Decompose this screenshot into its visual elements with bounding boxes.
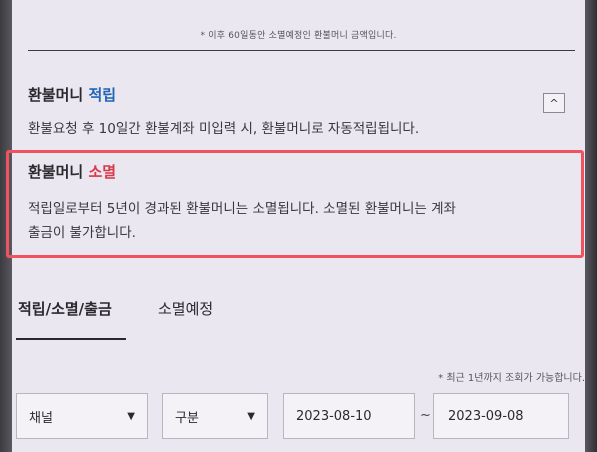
- accrual-title: 환불머니 적립: [28, 84, 116, 105]
- expiring-amount-notice: * 이후 60일동안 소멸예정인 환불머니 금액입니다.: [200, 31, 397, 41]
- expiry-title-prefix: 환불머니: [28, 163, 89, 181]
- type-select-value: 구분: [175, 410, 199, 426]
- channel-select-value: 채널: [29, 410, 53, 426]
- accrual-title-prefix: 환불머니: [28, 86, 89, 104]
- tab-accrual-expiry-withdrawal[interactable]: 적립/소멸/출금: [18, 298, 112, 319]
- start-date-field[interactable]: 2023-08-10: [283, 393, 415, 439]
- chevron-down-icon: ▼: [127, 410, 135, 422]
- expiry-title: 환불머니 소멸: [28, 161, 116, 182]
- device-bezel-right: [585, 0, 597, 452]
- end-date-value: 2023-09-08: [448, 408, 524, 424]
- expiry-description-line2: 출금이 불가합니다.: [28, 225, 136, 241]
- chevron-up-icon: ^: [549, 96, 559, 110]
- accrual-description: 환불요청 후 10일간 환불계좌 미입력 시, 환불머니로 자동적립됩니다.: [28, 121, 420, 137]
- start-date-value: 2023-08-10: [296, 408, 372, 424]
- accrual-title-accent: 적립: [88, 86, 117, 104]
- chevron-down-icon: ▼: [247, 410, 255, 422]
- screen: * 이후 60일동안 소멸예정인 환불머니 금액입니다. 환불머니 적립 ^ 환…: [6, 0, 585, 452]
- date-range-separator: ~: [420, 408, 431, 423]
- collapse-toggle-button[interactable]: ^: [543, 93, 565, 113]
- channel-select[interactable]: 채널 ▼: [16, 393, 148, 439]
- active-tab-indicator: [16, 338, 126, 340]
- expiry-title-accent: 소멸: [88, 163, 117, 181]
- tab-expiring-soon[interactable]: 소멸예정: [158, 298, 213, 319]
- query-period-hint: * 최근 1년까지 조회가 가능합니다.: [438, 373, 585, 384]
- divider: [28, 50, 575, 51]
- end-date-field[interactable]: 2023-09-08: [433, 393, 569, 439]
- expiry-description-line1: 적립일로부터 5년이 경과된 환불머니는 소멸됩니다. 소멸된 환불머니는 계좌: [28, 201, 456, 217]
- type-select[interactable]: 구분 ▼: [162, 393, 268, 439]
